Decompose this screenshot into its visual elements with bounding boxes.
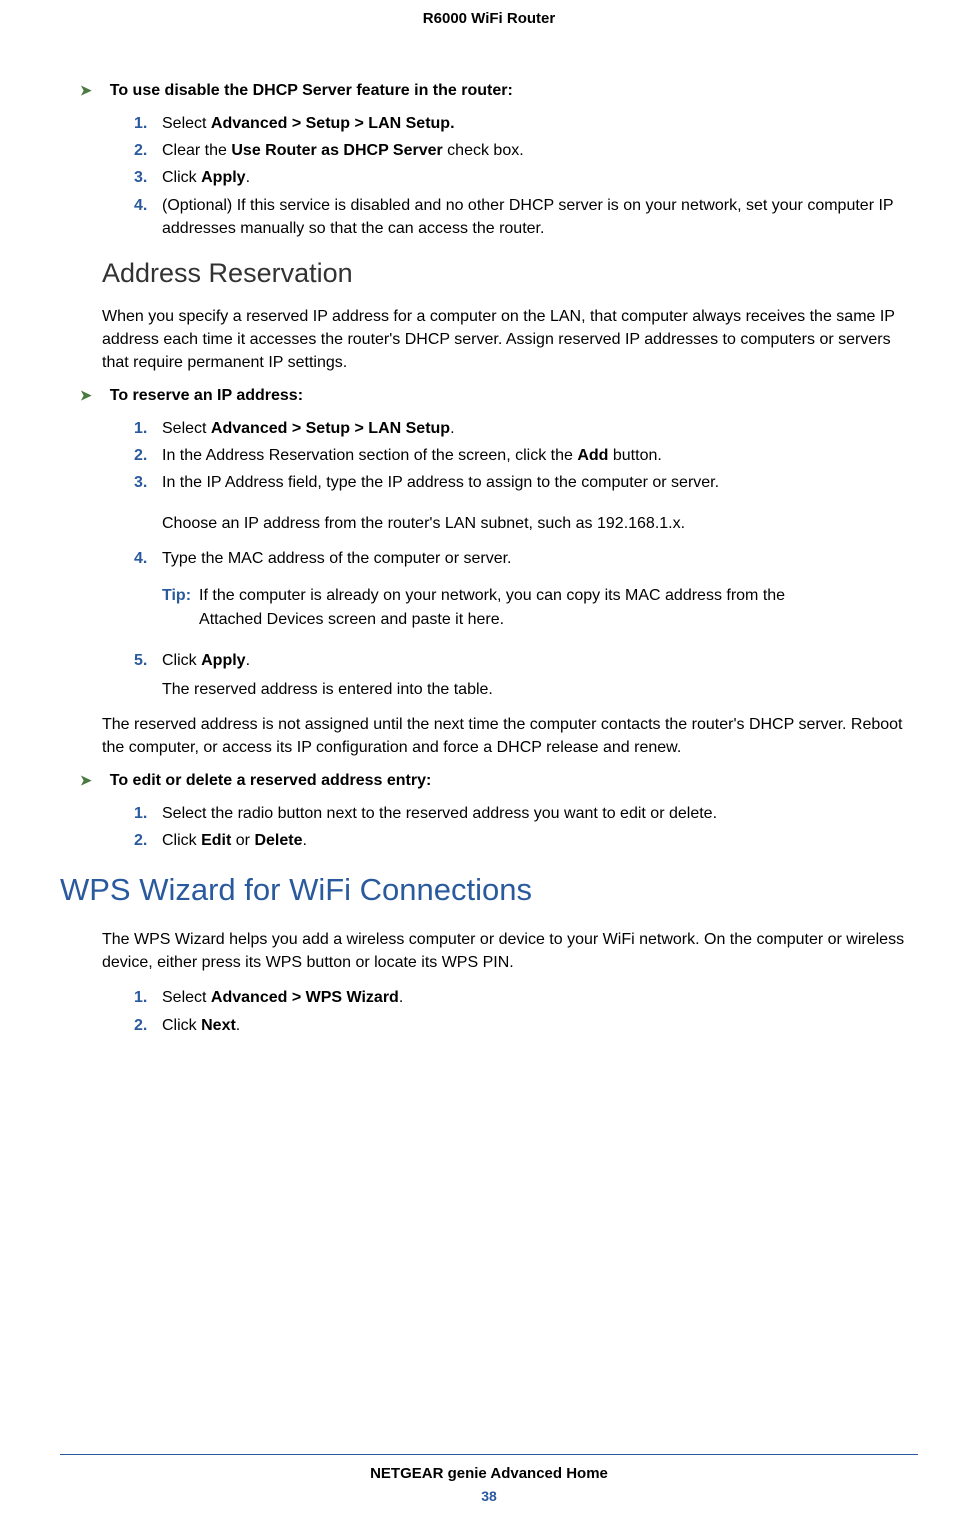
list-item: 1. Select the radio button next to the r… bbox=[134, 802, 918, 825]
step-text: Clear the Use Router as DHCP Server chec… bbox=[162, 139, 918, 162]
tip-block: Tip: If the computer is already on your … bbox=[162, 584, 918, 630]
step-number: 2. bbox=[134, 829, 162, 852]
step-text: Click Apply. bbox=[162, 166, 918, 189]
procedure-heading-edit-delete: ➤ To edit or delete a reserved address e… bbox=[80, 772, 918, 790]
arrow-icon: ➤ bbox=[80, 772, 92, 789]
list-item: 5. Click Apply. bbox=[134, 649, 918, 672]
step-number: 3. bbox=[134, 471, 162, 494]
arrow-icon: ➤ bbox=[80, 82, 92, 99]
content: ➤ To use disable the DHCP Server feature… bbox=[102, 82, 918, 1037]
step-number: 1. bbox=[134, 112, 162, 135]
step-number: 4. bbox=[134, 194, 162, 217]
step-text: Type the MAC address of the computer or … bbox=[162, 547, 918, 570]
step-text: Select Advanced > Setup > LAN Setup. bbox=[162, 112, 918, 135]
footer-text: NETGEAR genie Advanced Home bbox=[0, 1465, 978, 1482]
list-item: 2. Clear the Use Router as DHCP Server c… bbox=[134, 139, 918, 162]
list-item: 4. Type the MAC address of the computer … bbox=[134, 547, 918, 570]
step-text: In the Address Reservation section of th… bbox=[162, 444, 918, 467]
step-text: Select the radio button next to the rese… bbox=[162, 802, 918, 825]
wps-steps: 1. Select Advanced > WPS Wizard. 2. Clic… bbox=[134, 986, 918, 1036]
arrow-icon: ➤ bbox=[80, 387, 92, 404]
list-item: 1. Select Advanced > Setup > LAN Setup. bbox=[134, 112, 918, 135]
dhcp-disable-steps: 1. Select Advanced > Setup > LAN Setup. … bbox=[134, 112, 918, 240]
step-number: 2. bbox=[134, 444, 162, 467]
list-item: 2. Click Edit or Delete. bbox=[134, 829, 918, 852]
tip-text: If the computer is already on your netwo… bbox=[199, 584, 799, 630]
list-item: 1. Select Advanced > WPS Wizard. bbox=[134, 986, 918, 1009]
step-number: 1. bbox=[134, 802, 162, 825]
step-number: 2. bbox=[134, 139, 162, 162]
list-item: 4. (Optional) If this service is disable… bbox=[134, 194, 918, 240]
step3-subtext: Choose an IP address from the router's L… bbox=[162, 512, 918, 535]
page-container: R6000 WiFi Router ➤ To use disable the D… bbox=[0, 0, 978, 1534]
page-footer: NETGEAR genie Advanced Home 38 bbox=[0, 1454, 978, 1504]
list-item: 1. Select Advanced > Setup > LAN Setup. bbox=[134, 417, 918, 440]
reserve-ip-steps-cont: 4. Type the MAC address of the computer … bbox=[134, 547, 918, 570]
step-text: Select Advanced > Setup > LAN Setup. bbox=[162, 417, 918, 440]
step-text: Click Next. bbox=[162, 1014, 918, 1037]
procedure-heading-dhcp-disable: ➤ To use disable the DHCP Server feature… bbox=[80, 82, 918, 100]
step-number: 3. bbox=[134, 166, 162, 189]
footer-page-number: 38 bbox=[0, 1488, 978, 1504]
step-text: (Optional) If this service is disabled a… bbox=[162, 194, 918, 240]
step-number: 2. bbox=[134, 1014, 162, 1037]
list-item: 2. Click Next. bbox=[134, 1014, 918, 1037]
reserve-ip-steps-cont2: 5. Click Apply. bbox=[134, 649, 918, 672]
list-item: 3. In the IP Address field, type the IP … bbox=[134, 471, 918, 494]
tip-label: Tip: bbox=[162, 584, 191, 607]
step-text: Click Edit or Delete. bbox=[162, 829, 918, 852]
heading-text: To edit or delete a reserved address ent… bbox=[110, 772, 432, 790]
list-item: 2. In the Address Reservation section of… bbox=[134, 444, 918, 467]
edit-delete-steps: 1. Select the radio button next to the r… bbox=[134, 802, 918, 852]
section-title-address-reservation: Address Reservation bbox=[102, 258, 918, 289]
step-number: 5. bbox=[134, 649, 162, 672]
step-text: In the IP Address field, type the IP add… bbox=[162, 471, 918, 494]
heading-text: To reserve an IP address: bbox=[110, 387, 303, 405]
step5-subtext: The reserved address is entered into the… bbox=[162, 678, 918, 701]
procedure-heading-reserve-ip: ➤ To reserve an IP address: bbox=[80, 387, 918, 405]
step-text: Click Apply. bbox=[162, 649, 918, 672]
step-number: 1. bbox=[134, 417, 162, 440]
address-reservation-intro: When you specify a reserved IP address f… bbox=[102, 305, 918, 375]
address-reservation-outro: The reserved address is not assigned unt… bbox=[102, 713, 918, 759]
wps-intro: The WPS Wizard helps you add a wireless … bbox=[102, 928, 918, 974]
step-number: 1. bbox=[134, 986, 162, 1009]
page-header-title: R6000 WiFi Router bbox=[60, 0, 918, 82]
heading-text: To use disable the DHCP Server feature i… bbox=[110, 82, 513, 100]
section-title-wps-wizard: WPS Wizard for WiFi Connections bbox=[60, 872, 918, 908]
footer-rule bbox=[60, 1454, 918, 1455]
list-item: 3. Click Apply. bbox=[134, 166, 918, 189]
step-number: 4. bbox=[134, 547, 162, 570]
reserve-ip-steps: 1. Select Advanced > Setup > LAN Setup. … bbox=[134, 417, 918, 495]
step-text: Select Advanced > WPS Wizard. bbox=[162, 986, 918, 1009]
